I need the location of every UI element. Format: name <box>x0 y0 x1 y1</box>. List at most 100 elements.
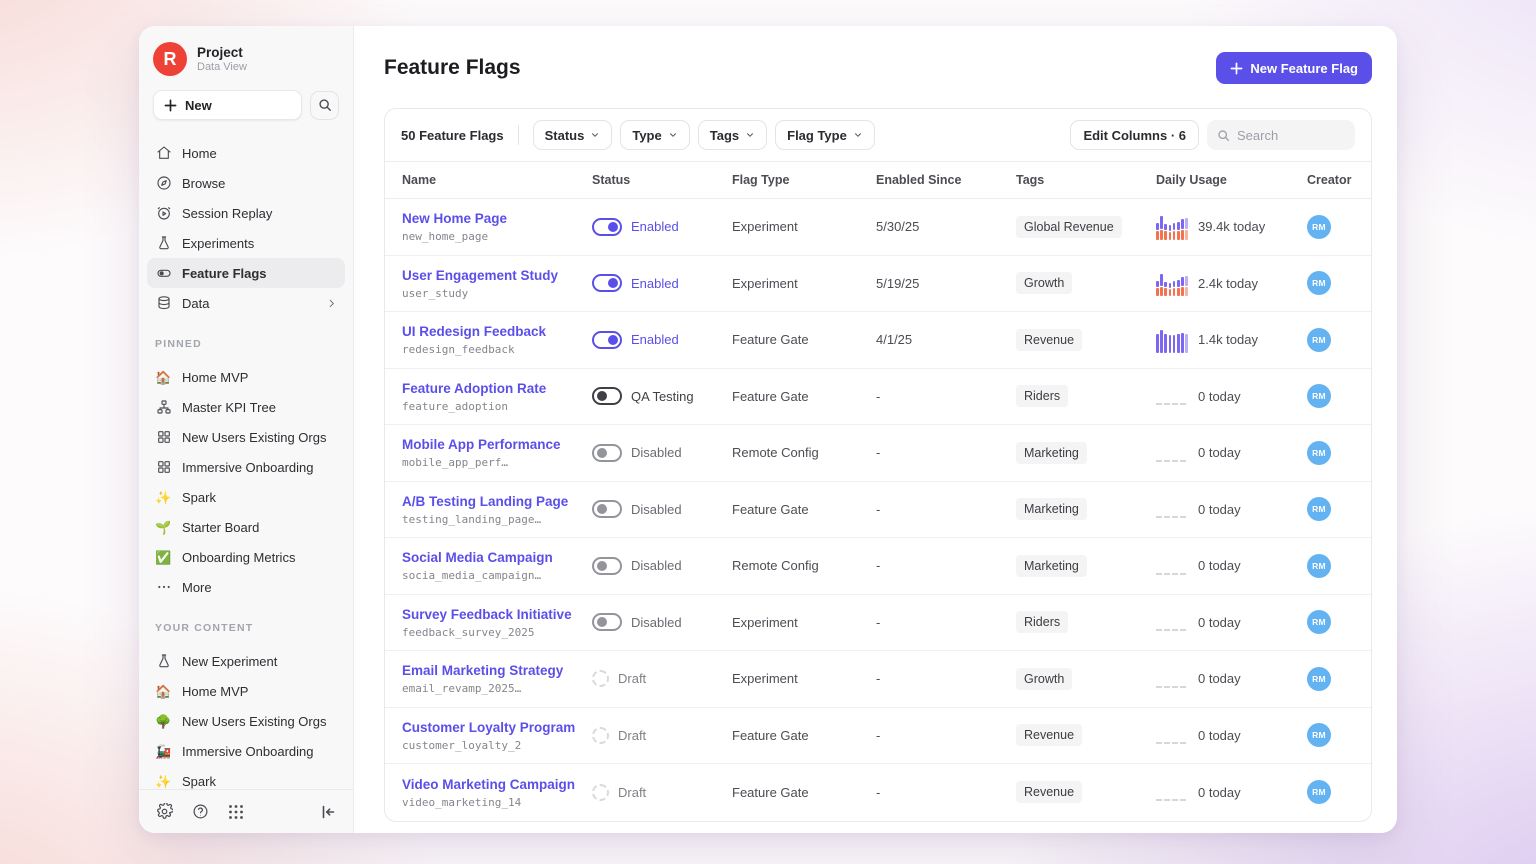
flag-name-link[interactable]: Video Marketing Campaign <box>402 776 592 794</box>
status-toggle-icon[interactable] <box>592 727 609 744</box>
status-toggle-icon[interactable] <box>592 613 622 631</box>
flag-name-link[interactable]: New Home Page <box>402 210 592 228</box>
status-toggle-icon[interactable] <box>592 331 622 349</box>
sidebar-item-label: Browse <box>182 176 225 191</box>
pinned-item-spark[interactable]: ✨ Spark <box>147 482 345 512</box>
creator-avatar[interactable]: RM <box>1307 497 1331 521</box>
table-row[interactable]: A/B Testing Landing Page testing_landing… <box>385 482 1371 539</box>
app-window: R Project Data View New Home <box>139 26 1397 833</box>
flag-name-link[interactable]: Email Marketing Strategy <box>402 662 592 680</box>
your-content-item-immersive-onboarding[interactable]: 🚂 Immersive Onboarding <box>147 736 345 766</box>
table-search[interactable] <box>1207 120 1355 150</box>
creator-avatar[interactable]: RM <box>1307 215 1331 239</box>
status-toggle-icon[interactable] <box>592 274 622 292</box>
pinned-item-starter-board[interactable]: 🌱 Starter Board <box>147 512 345 542</box>
status-toggle-icon[interactable] <box>592 670 609 687</box>
creator-avatar[interactable]: RM <box>1307 271 1331 295</box>
usage-empty-dash <box>1156 799 1186 801</box>
status-toggle-icon[interactable] <box>592 784 609 801</box>
sidebar-item-browse[interactable]: Browse <box>147 168 345 198</box>
search-input[interactable] <box>1237 128 1345 143</box>
table-row[interactable]: Social Media Campaign socia_media_campai… <box>385 538 1371 595</box>
flag-type: Feature Gate <box>732 332 876 347</box>
creator-avatar[interactable]: RM <box>1307 780 1331 804</box>
sidebar-item-feature-flags[interactable]: Feature Flags <box>147 258 345 288</box>
creator-avatar[interactable]: RM <box>1307 723 1331 747</box>
table-row[interactable]: New Home Page new_home_page Enabled Expe… <box>385 199 1371 256</box>
column-header-enabled-since[interactable]: Enabled Since <box>876 173 1016 187</box>
table-row[interactable]: User Engagement Study user_study Enabled… <box>385 256 1371 313</box>
table-row[interactable]: Email Marketing Strategy email_revamp_20… <box>385 651 1371 708</box>
table-row[interactable]: Feature Adoption Rate feature_adoption Q… <box>385 369 1371 426</box>
status-toggle-icon[interactable] <box>592 444 622 462</box>
creator-avatar[interactable]: RM <box>1307 554 1331 578</box>
flag-name-link[interactable]: UI Redesign Feedback <box>402 323 592 341</box>
your-content-item-new-users-existing-orgs[interactable]: 🌳 New Users Existing Orgs <box>147 706 345 736</box>
status-toggle-icon[interactable] <box>592 500 622 518</box>
pinned-item-immersive-onboarding[interactable]: Immersive Onboarding <box>147 452 345 482</box>
pinned-item-more[interactable]: More <box>147 572 345 602</box>
flag-name-link[interactable]: Customer Loyalty Program <box>402 719 592 737</box>
usage-label: 0 today <box>1198 785 1241 800</box>
table-row[interactable]: UI Redesign Feedback redesign_feedback E… <box>385 312 1371 369</box>
sidebar-item-home[interactable]: Home <box>147 138 345 168</box>
usage-label: 0 today <box>1198 445 1241 460</box>
flag-name-link[interactable]: Feature Adoption Rate <box>402 380 592 398</box>
sidebar-item-data[interactable]: Data <box>147 288 345 318</box>
your-content-item-home-mvp[interactable]: 🏠 Home MVP <box>147 676 345 706</box>
creator-avatar[interactable]: RM <box>1307 667 1331 691</box>
apps-grid-icon[interactable] <box>227 803 245 821</box>
pinned-item-home-mvp[interactable]: 🏠 Home MVP <box>147 362 345 392</box>
table-row[interactable]: Mobile App Performance mobile_app_perf… … <box>385 425 1371 482</box>
flag-key: testing_landing_page… <box>402 513 592 526</box>
status-toggle-icon[interactable] <box>592 557 622 575</box>
your-content-item-new-experiment[interactable]: New Experiment <box>147 646 345 676</box>
pinned-item-master-kpi-tree[interactable]: Master KPI Tree <box>147 392 345 422</box>
flag-name-link[interactable]: A/B Testing Landing Page <box>402 493 592 511</box>
creator-avatar[interactable]: RM <box>1307 610 1331 634</box>
tag-pill: Marketing <box>1016 442 1087 464</box>
table-row[interactable]: Video Marketing Campaign video_marketing… <box>385 764 1371 821</box>
flag-name-link[interactable]: Social Media Campaign <box>402 549 592 567</box>
filter-chip-type[interactable]: Type <box>620 120 689 150</box>
flag-type: Feature Gate <box>732 728 876 743</box>
status-toggle-icon[interactable] <box>592 218 622 236</box>
flag-type: Feature Gate <box>732 502 876 517</box>
flag-name-link[interactable]: User Engagement Study <box>402 267 592 285</box>
column-header-status[interactable]: Status <box>592 173 732 187</box>
emoji-check: ✅ <box>155 549 172 566</box>
new-button[interactable]: New <box>153 90 302 120</box>
table-row[interactable]: Customer Loyalty Program customer_loyalt… <box>385 708 1371 765</box>
filter-chip-flag-type[interactable]: Flag Type <box>775 120 875 150</box>
status-label: Draft <box>618 785 646 800</box>
column-header-daily-usage[interactable]: Daily Usage <box>1156 173 1307 187</box>
sidebar-item-experiments[interactable]: Experiments <box>147 228 345 258</box>
flag-type: Feature Gate <box>732 389 876 404</box>
filter-chip-tags[interactable]: Tags <box>698 120 767 150</box>
status-label: Enabled <box>631 332 679 347</box>
collapse-sidebar-icon[interactable] <box>319 803 337 821</box>
table-row[interactable]: Survey Feedback Initiative feedback_surv… <box>385 595 1371 652</box>
sidebar-search-button[interactable] <box>310 91 339 120</box>
edit-columns-button[interactable]: Edit Columns · 6 <box>1070 120 1199 150</box>
pinned-item-new-users-existing-orgs[interactable]: New Users Existing Orgs <box>147 422 345 452</box>
new-feature-flag-button[interactable]: New Feature Flag <box>1216 52 1372 84</box>
usage-empty-dash <box>1156 742 1186 744</box>
creator-avatar[interactable]: RM <box>1307 384 1331 408</box>
creator-avatar[interactable]: RM <box>1307 328 1331 352</box>
flag-name-link[interactable]: Mobile App Performance <box>402 436 592 454</box>
column-header-tags[interactable]: Tags <box>1016 173 1156 187</box>
settings-gear-icon[interactable] <box>155 803 173 821</box>
status-toggle-icon[interactable] <box>592 387 622 405</box>
help-icon[interactable] <box>191 803 209 821</box>
column-header-name[interactable]: Name <box>402 173 592 187</box>
sidebar-item-session-replay[interactable]: Session Replay <box>147 198 345 228</box>
flag-key: email_revamp_2025… <box>402 682 592 695</box>
column-header-flag-type[interactable]: Flag Type <box>732 173 876 187</box>
filter-chip-status[interactable]: Status <box>533 120 613 150</box>
creator-avatar[interactable]: RM <box>1307 441 1331 465</box>
pinned-item-onboarding-metrics[interactable]: ✅ Onboarding Metrics <box>147 542 345 572</box>
column-header-creator[interactable]: Creator <box>1307 173 1371 187</box>
flag-name-link[interactable]: Survey Feedback Initiative <box>402 606 592 624</box>
project-switcher[interactable]: R Project Data View <box>139 26 353 86</box>
